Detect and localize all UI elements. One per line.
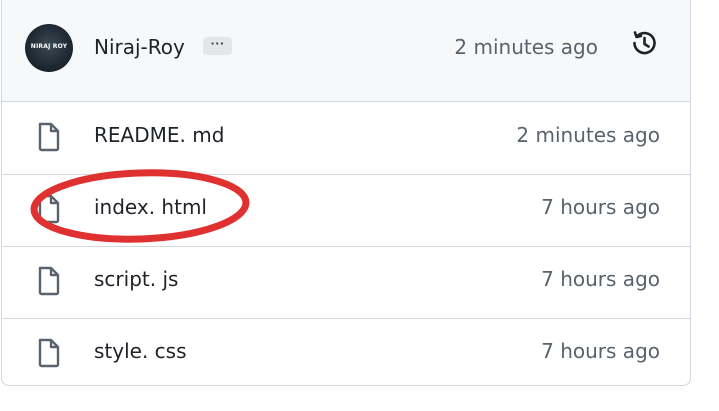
file-icon <box>38 194 60 224</box>
file-commit-time: 7 hours ago <box>541 195 660 219</box>
history-icon[interactable] <box>626 25 662 61</box>
file-row[interactable]: index. html 7 hours ago <box>2 175 690 247</box>
file-list-panel: NIRAJ ROY Niraj-Roy ··· 2 minutes ago RE… <box>1 0 691 386</box>
file-icon <box>38 266 60 296</box>
commit-author-link[interactable]: Niraj-Roy <box>94 35 185 59</box>
expand-commit-message-button[interactable]: ··· <box>203 37 232 55</box>
file-commit-time: 2 minutes ago <box>516 123 660 147</box>
file-name-link[interactable]: index. html <box>94 195 207 219</box>
file-name-link[interactable]: script. js <box>94 267 178 291</box>
file-name-link[interactable]: style. css <box>94 339 187 363</box>
avatar-text: NIRAJ ROY <box>30 43 68 50</box>
file-row[interactable]: script. js 7 hours ago <box>2 247 690 319</box>
latest-commit-header: NIRAJ ROY Niraj-Roy ··· 2 minutes ago <box>2 0 690 102</box>
file-row[interactable]: README. md 2 minutes ago <box>2 103 690 175</box>
file-icon <box>38 338 60 368</box>
commit-time[interactable]: 2 minutes ago <box>454 35 598 59</box>
avatar[interactable]: NIRAJ ROY <box>25 24 73 72</box>
file-commit-time: 7 hours ago <box>541 267 660 291</box>
file-name-link[interactable]: README. md <box>94 123 224 147</box>
file-row[interactable]: style. css 7 hours ago <box>2 319 690 385</box>
file-commit-time: 7 hours ago <box>541 339 660 363</box>
file-icon <box>38 122 60 152</box>
